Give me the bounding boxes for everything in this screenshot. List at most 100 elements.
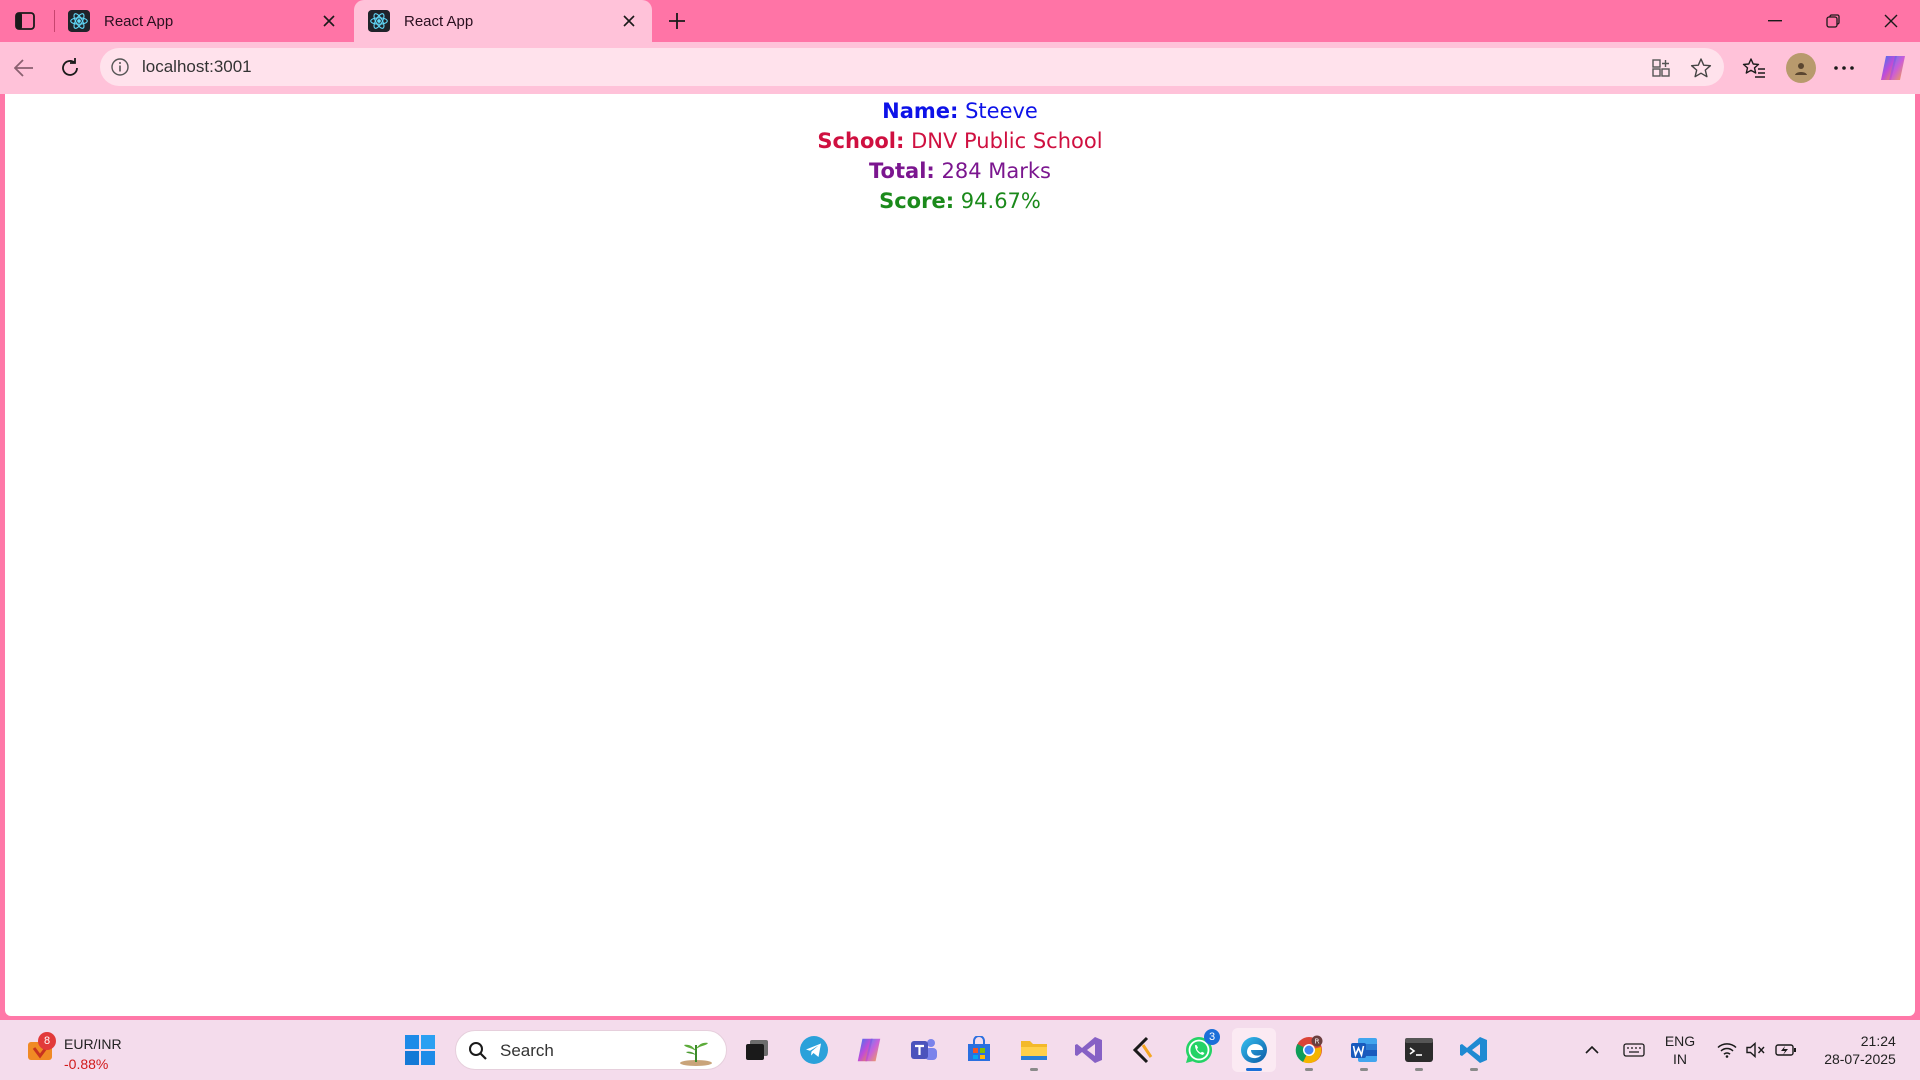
task-view-button[interactable] [735,1028,779,1072]
close-icon[interactable] [318,10,340,32]
tab-strip: React App React App [0,0,1920,42]
battery-charging-icon [1775,1044,1797,1056]
running-indicator [1246,1068,1262,1071]
minimize-button[interactable] [1746,0,1804,42]
profile-icon [1795,63,1807,75]
terminal-app[interactable] [1397,1028,1441,1072]
school-row: School: DNV Public School [5,126,1915,156]
search-label: Search [500,1041,554,1060]
copilot-app[interactable] [847,1028,891,1072]
task-view-icon [746,1040,768,1060]
total-row: Total: 284 Marks [5,156,1915,186]
plus-icon [669,13,685,29]
name-row: Name: Steeve [5,96,1915,126]
running-indicator [1415,1068,1423,1071]
whatsapp-app[interactable]: 3 [1177,1028,1221,1072]
tab-title: React App [404,12,474,30]
folder-icon [1021,1041,1047,1060]
favorites-button[interactable] [1738,52,1770,84]
more-dots-icon [1834,66,1854,70]
touch-keyboard-button[interactable] [1620,1020,1648,1080]
telegram-icon [800,1036,828,1064]
language-indicator[interactable]: ENG IN [1660,1020,1700,1080]
search-highlight-plant-icon [680,1042,712,1066]
edge-app[interactable] [1232,1028,1276,1072]
currency-widget[interactable]: 8 EUR/INR -0.88% [20,1026,160,1074]
widget-badge: 8 [38,1032,56,1050]
restore-button[interactable] [1804,0,1862,42]
new-tab-button[interactable] [662,6,692,36]
start-windows-icon[interactable] [404,1034,436,1066]
volume-muted-icon [1746,1042,1765,1058]
browser-toolbar: localhost:3001 [0,42,1920,94]
edge-icon [1241,1037,1267,1063]
page-viewport: Name: Steeve School: DNV Public School T… [5,94,1915,1016]
tab-react-app-2[interactable]: React App [354,0,652,42]
quick-settings[interactable] [1712,1020,1802,1080]
taskbar-search[interactable]: Search [455,1030,727,1070]
refresh-icon [62,58,78,76]
score-value: 94.67% [960,189,1041,213]
app-available-icon[interactable] [1648,55,1674,81]
back-arrow-icon [14,59,33,77]
school-value: DNV Public School [911,129,1103,153]
total-value: 284 Marks [941,159,1051,183]
school-label: School: [817,129,905,153]
student-details: Name: Steeve School: DNV Public School T… [5,94,1915,216]
terminal-icon [1405,1038,1433,1062]
chevron-up-icon [1585,1046,1599,1054]
copilot-icon[interactable] [1877,52,1909,84]
close-icon[interactable] [618,10,640,32]
language-code: ENG [1664,1033,1696,1049]
show-hidden-icons-button[interactable] [1580,1020,1604,1080]
file-explorer-app[interactable] [1012,1028,1056,1072]
clock[interactable]: 21:24 28-07-2025 [1810,1020,1910,1080]
store-app[interactable] [957,1028,1001,1072]
profile-avatar[interactable] [1786,53,1816,83]
tab-react-app-1[interactable]: React App [54,0,352,42]
window-controls [1746,0,1920,42]
favorite-star-icon[interactable] [1688,55,1714,81]
chrome-icon: R [1295,1035,1323,1064]
total-label: Total: [869,159,935,183]
language-text: ENG IN [1665,1032,1695,1068]
vs-code-app[interactable] [1452,1028,1496,1072]
telegram-app[interactable] [792,1028,836,1072]
close-window-button[interactable] [1862,0,1920,42]
widget-title: EUR/INR [64,1036,122,1052]
code-chevron-icon [1132,1036,1153,1064]
running-indicator [1470,1068,1478,1071]
sidebar-toggle-icon[interactable] [12,8,38,34]
store-icon [968,1036,990,1061]
clock-text: 21:24 28-07-2025 [1824,1032,1896,1068]
url-text[interactable]: localhost:3001 [142,57,252,77]
running-indicator [1360,1068,1368,1071]
react-favicon-icon [68,10,90,32]
vs-code-insiders-app[interactable] [1122,1028,1166,1072]
score-row: Score: 94.67% [5,186,1915,216]
copilot-app-icon [857,1038,881,1062]
region-code: IN [1673,1051,1687,1067]
teams-app[interactable] [902,1028,946,1072]
refresh-button[interactable] [54,52,86,84]
clock-date: 28-07-2025 [1824,1051,1896,1067]
clock-time: 21:24 [1860,1033,1896,1049]
chrome-app[interactable]: R [1287,1028,1331,1072]
taskbar: 8 EUR/INR -0.88% Search 3 R ENG IN 21:24… [0,1020,1920,1080]
site-info-icon[interactable] [110,57,130,77]
visual-studio-app[interactable] [1067,1028,1111,1072]
react-favicon-icon [368,10,390,32]
back-button[interactable] [8,52,40,84]
widget-change: -0.88% [64,1056,109,1072]
score-label: Score: [879,189,955,213]
name-label: Name: [882,99,959,123]
wifi-icon [1717,1043,1737,1058]
search-icon [469,1042,487,1060]
visual-studio-icon [1075,1037,1102,1063]
running-indicator [1305,1068,1313,1071]
name-value: Steeve [965,99,1038,123]
word-app[interactable] [1342,1028,1386,1072]
keyboard-icon [1623,1043,1645,1057]
address-bar[interactable]: localhost:3001 [100,48,1724,86]
settings-more-button[interactable] [1828,52,1860,84]
